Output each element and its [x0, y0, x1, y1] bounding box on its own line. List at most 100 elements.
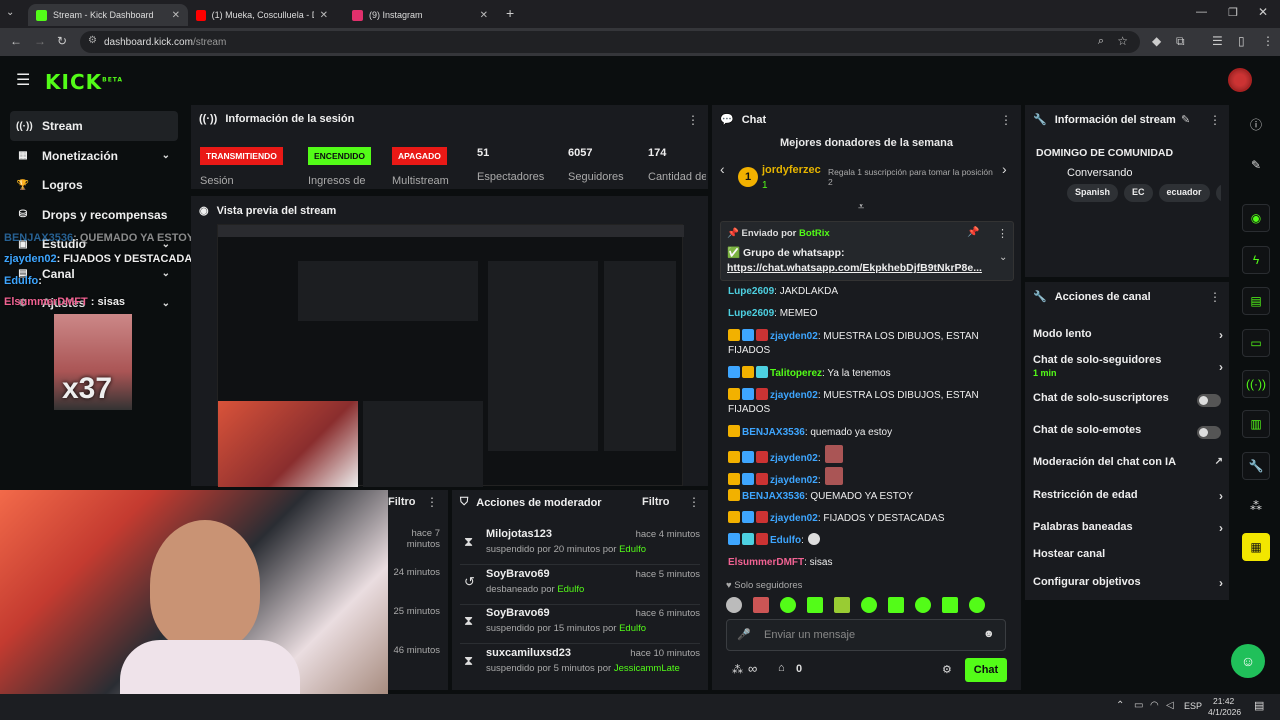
chat-username[interactable]: Edulfo — [770, 535, 801, 546]
external-link-icon[interactable]: ↗ — [1215, 456, 1223, 467]
media-control-icon[interactable]: ☰ — [1212, 34, 1223, 48]
network-icon[interactable]: ▭ — [1134, 700, 1143, 711]
moderator-name[interactable]: Edulfo — [619, 544, 646, 555]
mod-left-filter[interactable]: Filtro — [388, 496, 416, 508]
chevron-right-icon[interactable]: › — [1219, 489, 1223, 503]
points-icon[interactable]: ⁂ — [732, 663, 743, 676]
kick-logo[interactable]: KICKBETA — [45, 70, 123, 94]
channel-action-hostear-canal[interactable]: Hostear canal — [1033, 548, 1223, 564]
channel-actions-menu-icon[interactable]: ⋮ — [1209, 290, 1221, 304]
clock-time[interactable]: 21:42 — [1213, 696, 1234, 706]
close-tab-icon[interactable]: ✕ — [320, 10, 328, 21]
close-tab-icon[interactable]: ✕ — [480, 10, 488, 21]
url-field[interactable]: ⚙ dashboard.kick.com/stream ⌕ ☆ — [80, 31, 1140, 53]
chat-message[interactable]: zjayden02: MUESTRA LOS DIBUJOS, ESTAN FI… — [728, 388, 1004, 417]
chevron-right-icon[interactable]: › — [1219, 576, 1223, 590]
close-tab-icon[interactable]: ✕ — [172, 10, 180, 21]
tab-list-icon[interactable]: ⌄ — [6, 7, 14, 18]
browser-menu-icon[interactable]: ⋮ — [1262, 34, 1274, 48]
sidebar-item-drops[interactable]: ⛁ Drops y recompensas — [10, 200, 178, 230]
channel-action-moderaci-n-del-chat-con-ia[interactable]: Moderación del chat con IA ↗ — [1033, 456, 1223, 472]
chat-message[interactable]: BENJAX3536: QUEMADO YA ESTOY — [728, 489, 1004, 504]
chat-message[interactable]: BENJAX3536: quemado ya estoy — [728, 425, 1004, 440]
chat-username[interactable]: BENJAX3536 — [742, 427, 805, 438]
clock-date[interactable]: 4/1/2026 — [1208, 707, 1241, 717]
preview-video[interactable] — [217, 224, 684, 487]
sidebar-item-monetización[interactable]: ▦ Monetización ⌄ — [10, 141, 178, 171]
channel-action-chat-de-solo-emotes[interactable]: Chat de solo-emotes — [1033, 424, 1223, 440]
emote-icon[interactable] — [888, 597, 904, 613]
browser-tab[interactable]: Stream - Kick Dashboard ✕ — [28, 4, 188, 26]
bookmark-star-icon[interactable]: ☆ — [1117, 34, 1128, 48]
side-panel-icon[interactable]: ▯ — [1238, 34, 1245, 48]
lightning-icon[interactable]: ϟ — [1242, 246, 1270, 274]
reload-icon[interactable]: ↻ — [57, 34, 67, 48]
chat-menu-icon[interactable]: ⋮ — [1000, 113, 1012, 127]
pinned-link[interactable]: https://chat.whatsapp.com/EkpkhebDjfB9tN… — [727, 262, 987, 274]
mod-actions-menu-icon[interactable]: ⋮ — [688, 495, 700, 509]
stream-tag[interactable]: ecuador — [1158, 184, 1210, 202]
channel-action-modo-lento[interactable]: Modo lento › — [1033, 328, 1223, 344]
mod-actions-filter[interactable]: Filtro — [642, 496, 670, 508]
edit-icon[interactable]: ✎ — [1242, 151, 1270, 179]
chat-username[interactable]: zjayden02 — [770, 475, 818, 486]
chat-username[interactable]: Lupe2609 — [728, 308, 774, 319]
emote-icon[interactable] — [942, 597, 958, 613]
list-icon[interactable]: ▤ — [1242, 287, 1270, 315]
mod-target-user[interactable]: Milojotas123 — [486, 528, 552, 540]
camera-icon[interactable]: ◉ — [1242, 204, 1270, 232]
pinned-menu-icon[interactable]: ⋮ — [997, 227, 1008, 240]
close-window-icon[interactable]: ✕ — [1258, 5, 1268, 19]
chat-message[interactable]: Edulfo: — [728, 533, 1004, 548]
mod-target-user[interactable]: suxcamiluxsd23 — [486, 647, 571, 659]
support-chat-icon[interactable]: ☺ — [1231, 644, 1265, 678]
stream-tag[interactable]: ela — [1215, 184, 1221, 202]
pinned-expand-icon[interactable]: ⌄ — [999, 252, 1007, 263]
extension-diamond-icon[interactable]: ◆ — [1152, 34, 1161, 48]
channel-action-chat-de-solo-suscriptores[interactable]: Chat de solo-suscriptores — [1033, 392, 1223, 408]
mod-left-menu-icon[interactable]: ⋮ — [426, 495, 438, 509]
emote-icon[interactable] — [969, 597, 985, 613]
stream-tag[interactable]: Spanish — [1067, 184, 1119, 202]
zoom-icon[interactable]: ⌕ — [1098, 35, 1104, 48]
chat-username[interactable]: zjayden02 — [770, 453, 818, 464]
clapper-icon[interactable]: ▦ — [1242, 533, 1270, 561]
chat-message[interactable]: Lupe2609: MEMEO — [728, 307, 1004, 321]
category-name[interactable]: Conversando — [1067, 167, 1132, 179]
microphone-icon[interactable]: 🎤 — [737, 628, 751, 641]
moderator-name[interactable]: Edulfo — [619, 623, 646, 634]
toggle-switch[interactable] — [1197, 426, 1221, 439]
emote-icon[interactable] — [807, 597, 823, 613]
chat-username[interactable]: zjayden02 — [770, 390, 818, 401]
sidebar-item-stream[interactable]: ((·)) Stream — [10, 111, 178, 141]
chat-username[interactable]: ElsummerDMFT — [728, 557, 804, 568]
chevron-right-icon[interactable]: › — [1219, 360, 1223, 374]
extensions-icon[interactable]: ⧉ — [1176, 34, 1185, 49]
notifications-icon[interactable]: ▤ — [1254, 699, 1264, 712]
info-icon[interactable]: ⓘ — [1242, 110, 1270, 138]
user-avatar[interactable] — [1228, 68, 1252, 92]
moderator-name[interactable]: Edulfo — [557, 584, 584, 595]
tray-arrow-icon[interactable]: ⌃ — [1116, 700, 1124, 711]
donor-name[interactable]: jordyferzec — [762, 164, 821, 176]
chat-message[interactable]: Talitoperez: Ya la tenemos — [728, 366, 1004, 381]
site-info-icon[interactable]: ⚙ — [88, 35, 97, 46]
donors-next-icon[interactable]: › — [1002, 161, 1007, 177]
hamburger-menu-icon[interactable]: ☰ — [16, 70, 30, 90]
channel-action-configurar-objetivos[interactable]: Configurar objetivos › — [1033, 576, 1223, 592]
chat-username[interactable]: zjayden02 — [770, 513, 818, 524]
wifi-icon[interactable]: ◠ — [1150, 700, 1159, 711]
plug-icon[interactable]: ⁂ — [1242, 492, 1270, 520]
minimize-icon[interactable]: — — [1196, 6, 1207, 18]
chat-icon[interactable]: ▭ — [1242, 329, 1270, 357]
chat-message[interactable]: zjayden02: MUESTRA LOS DIBUJOS, ESTAN FI… — [728, 329, 1004, 358]
stream-tag[interactable]: EC — [1124, 184, 1153, 202]
collapse-donors-icon[interactable]: ⩡ — [858, 201, 864, 214]
browser-tab[interactable]: (9) Instagram ✕ — [344, 4, 496, 26]
chat-username[interactable]: BENJAX3536 — [742, 491, 805, 502]
store-icon[interactable]: ⌂ — [778, 662, 785, 674]
browser-tab[interactable]: (1) Mueka, Cosculluela - Di... ✕ — [188, 4, 336, 26]
chat-username[interactable]: Lupe2609 — [728, 286, 774, 297]
send-chat-button[interactable]: Chat — [965, 658, 1007, 682]
sidebar-item-logros[interactable]: 🏆 Logros — [10, 170, 178, 200]
